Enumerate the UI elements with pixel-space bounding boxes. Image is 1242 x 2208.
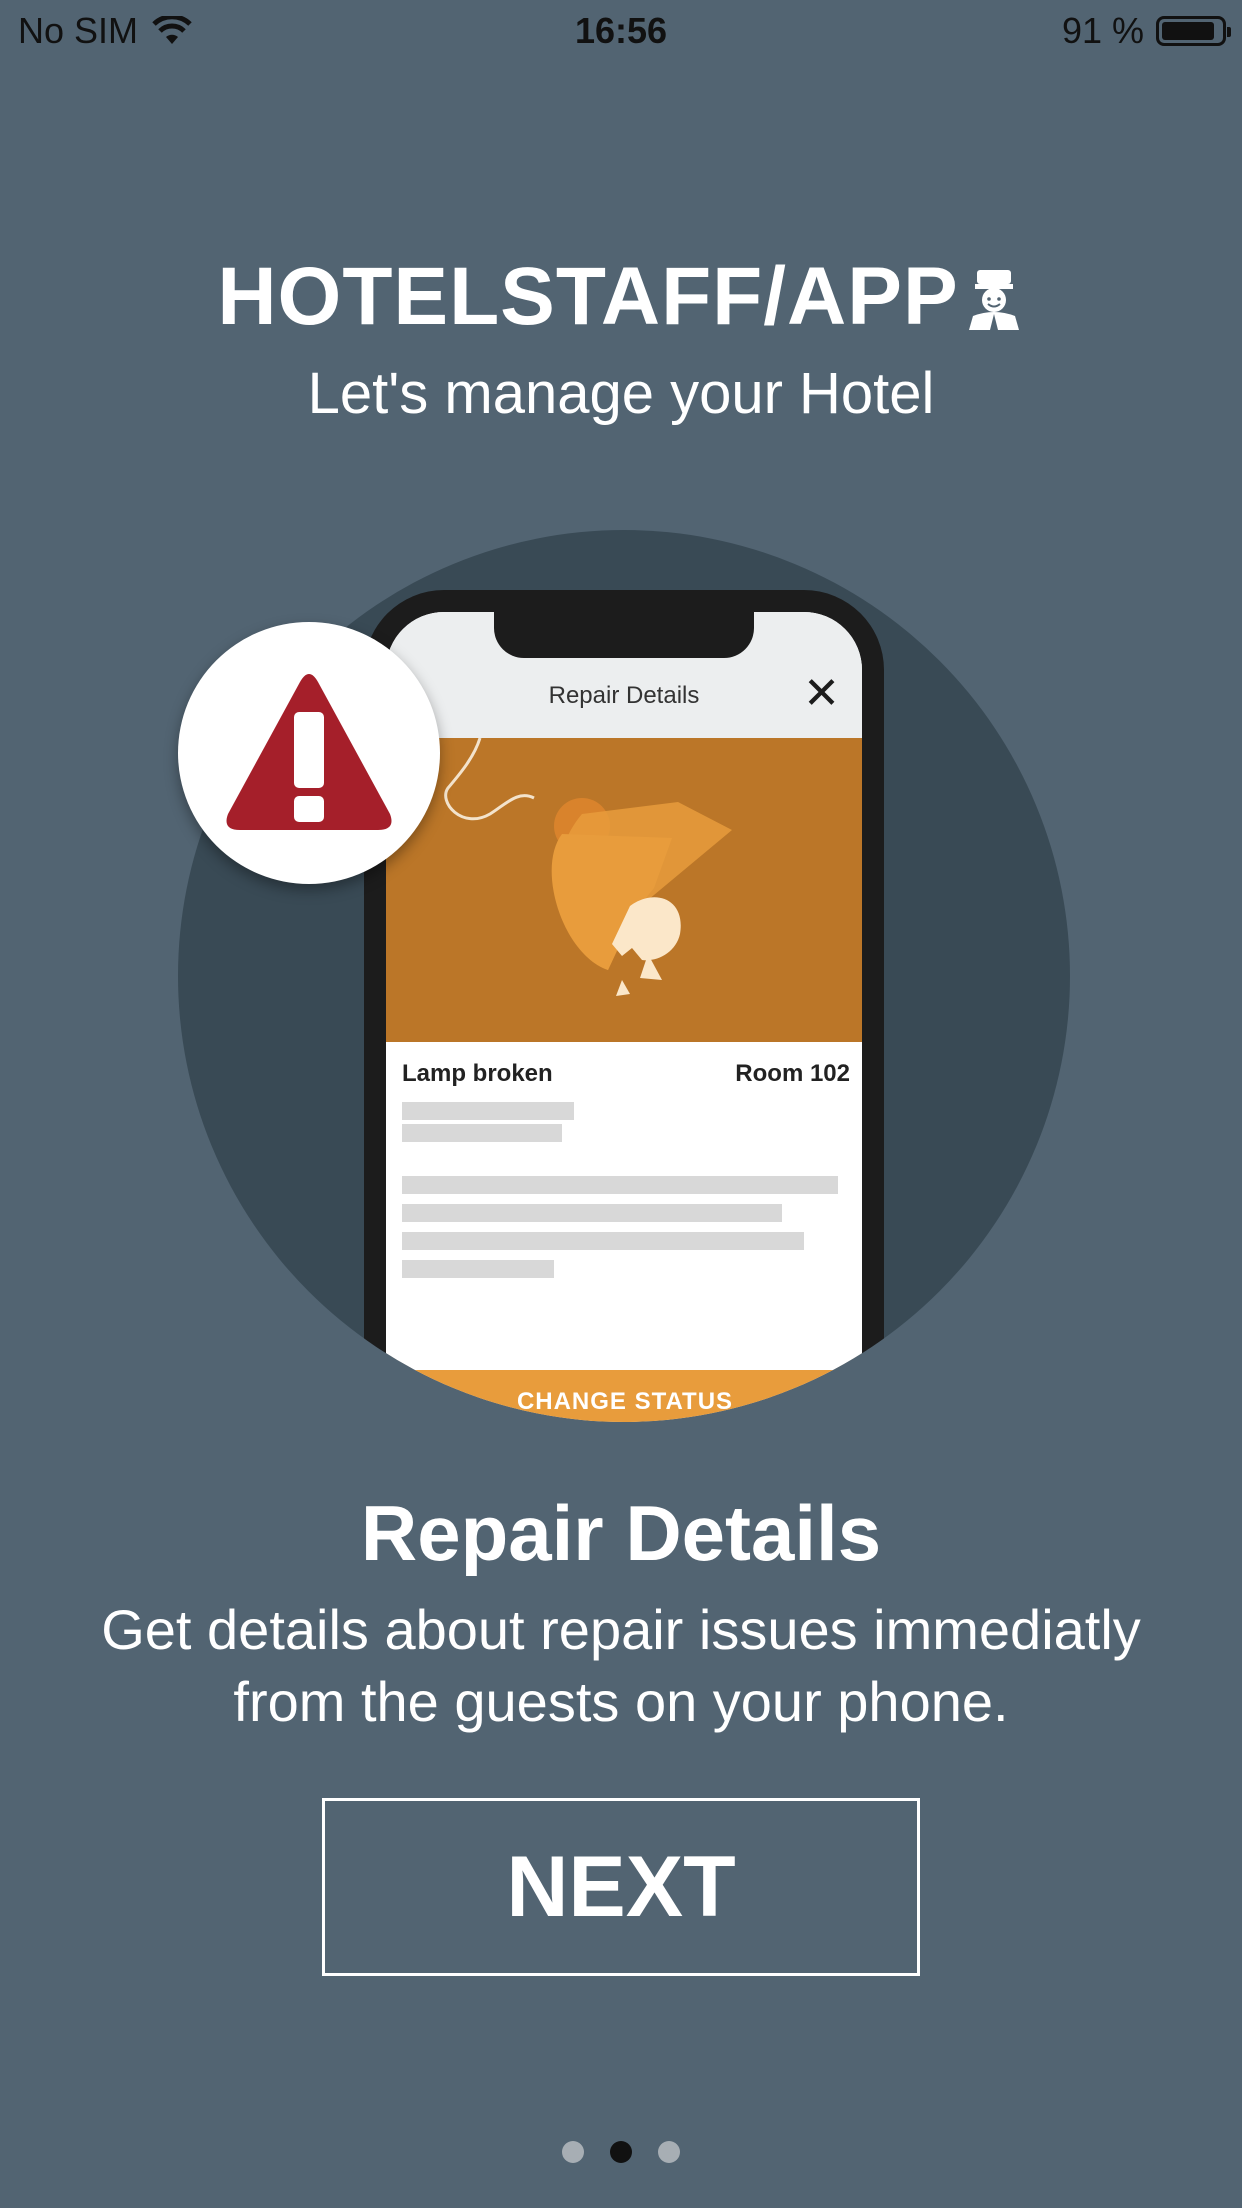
alert-icon bbox=[226, 674, 392, 830]
app-title: HOTELSTAFF/APP bbox=[0, 250, 1242, 350]
room-number: Room 102 bbox=[735, 1060, 850, 1087]
page-dot[interactable] bbox=[562, 2141, 584, 2163]
tagline: Let's manage your Hotel bbox=[307, 361, 935, 426]
phone-screen: Repair Details ✕ Lamp broken Room 102 CH… bbox=[386, 612, 862, 1422]
screen-title: Repair Details bbox=[548, 682, 700, 709]
screen-header: Repair Details ✕ bbox=[386, 612, 862, 738]
repair-hero-image bbox=[386, 737, 862, 1042]
battery-percent: 91 % bbox=[1061, 10, 1144, 51]
phone-notch bbox=[494, 612, 754, 658]
issue-name: Lamp broken bbox=[402, 1060, 553, 1087]
alert-badge bbox=[178, 622, 440, 884]
status-bar: No SIM 16:56 91 % bbox=[0, 0, 1242, 60]
change-status-button: CHANGE STATUS bbox=[402, 1370, 848, 1422]
feature-description: Get details about repair issues immediat… bbox=[101, 1598, 1141, 1733]
phone-mockup: Repair Details ✕ Lamp broken Room 102 CH… bbox=[364, 590, 884, 1422]
status-time: 16:56 bbox=[574, 10, 668, 51]
placeholder-line bbox=[402, 1102, 574, 1120]
placeholder-line bbox=[402, 1232, 804, 1250]
placeholder-line bbox=[402, 1204, 782, 1222]
bellboy-icon bbox=[963, 256, 1025, 350]
page-indicator[interactable] bbox=[0, 2141, 1242, 2163]
page-dot[interactable] bbox=[658, 2141, 680, 2163]
page-dot[interactable] bbox=[610, 2141, 632, 2163]
feature-title: Repair Details bbox=[360, 1489, 882, 1577]
placeholder-line bbox=[402, 1260, 554, 1278]
placeholder-line bbox=[402, 1176, 838, 1194]
battery-level bbox=[1162, 22, 1215, 40]
broken-lamp-icon bbox=[444, 737, 732, 996]
battery-icon bbox=[1156, 16, 1231, 46]
battery-status: 91 % bbox=[1061, 10, 1231, 52]
placeholder-line bbox=[402, 1124, 562, 1142]
feature-illustration: Repair Details ✕ Lamp broken Room 102 CH… bbox=[178, 530, 1070, 1422]
close-icon: ✕ bbox=[803, 669, 840, 718]
app-title-text: HOTELSTAFF/APP bbox=[217, 251, 959, 342]
next-button[interactable]: NEXT bbox=[322, 1798, 920, 1976]
